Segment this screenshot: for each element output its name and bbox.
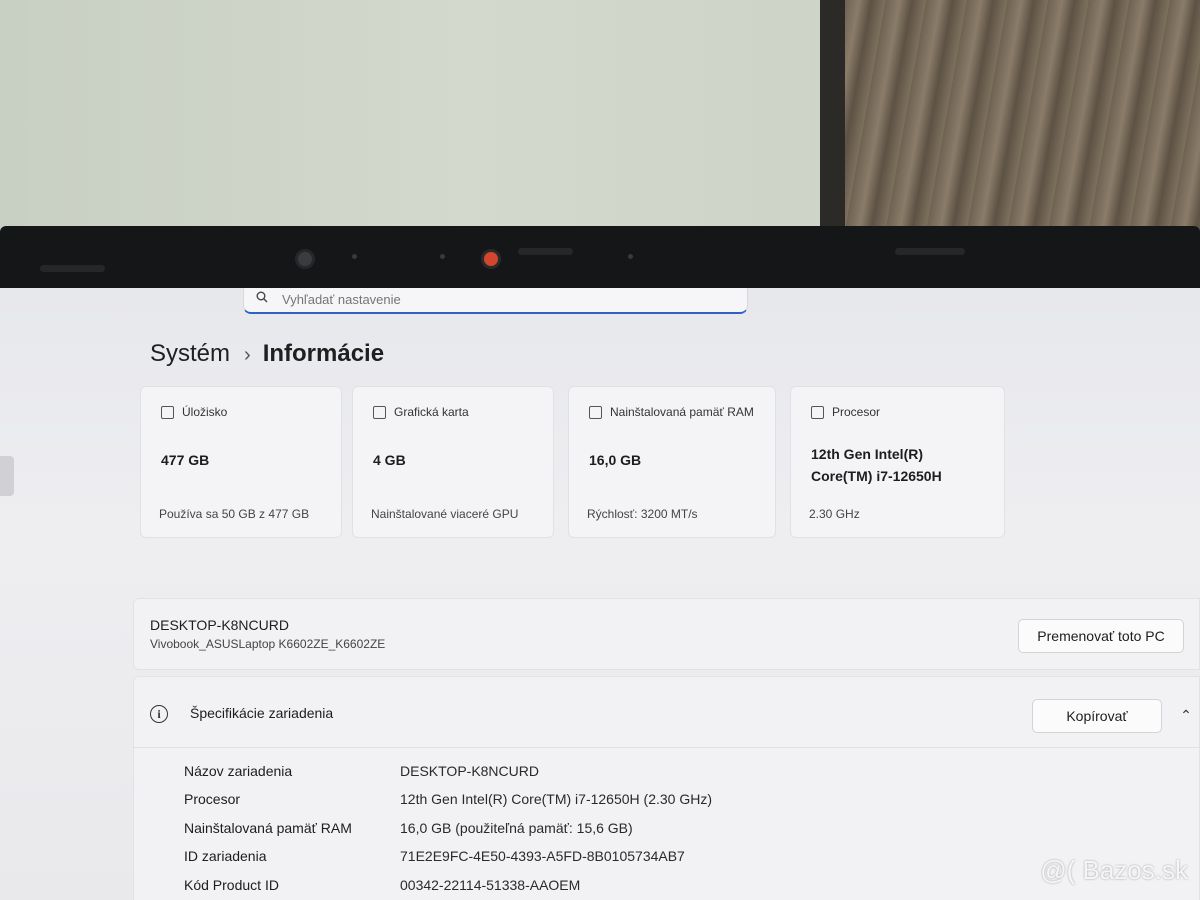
sensor-dot [628,254,633,259]
card-subtitle: Používa sa 50 GB z 477 GB [159,507,310,521]
page-title: Informácie [262,340,385,367]
watermark: @( Bazos.sk [1040,855,1188,885]
speaker-grille [40,265,105,272]
breadcrumb-parent[interactable]: Systém [150,340,230,367]
card-value: 16,0 GB [589,452,642,468]
spec-key: Nainštalovaná pamäť RAM [184,820,352,836]
card-title: Nainštalovaná pamäť RAM [610,405,754,419]
card-subtitle: Nainštalované viaceré GPU [371,507,519,521]
wall-background [0,0,850,250]
chevron-right-icon: › [244,344,251,366]
spec-value: DESKTOP-K8NCURD [400,763,539,779]
card-value: 12th Gen Intel(R) Core(TM) i7-12650H [811,446,942,484]
card-header: Procesor [811,403,981,421]
chevron-up-icon[interactable]: ⌃ [1174,703,1198,727]
gpu-card[interactable]: Grafická karta 4 GB Nainštalované viacer… [352,386,554,538]
card-title: Grafická karta [394,405,469,419]
device-model: Vivobook_ASUSLaptop K6602ZE_K6602ZE [150,637,386,651]
specs-title[interactable]: Špecifikácie zariadenia [190,705,333,721]
search-box[interactable] [243,288,748,314]
card-header: Úložisko [161,403,331,421]
search-icon [256,291,268,303]
device-name: DESKTOP-K8NCURD [150,617,289,633]
processor-card[interactable]: Procesor 12th Gen Intel(R) Core(TM) i7-1… [790,386,1005,538]
spec-key: Názov zariadenia [184,763,293,779]
rename-pc-button[interactable]: Premenovať toto PC [1018,619,1184,653]
card-title: Úložisko [182,405,228,419]
webcam-led [484,252,498,266]
divider [134,747,1199,748]
spec-value: 71E2E9FC-4E50-4393-A5FD-8B0105734AB7 [400,848,685,864]
storage-card[interactable]: Úložisko 477 GB Používa sa 50 GB z 477 G… [140,386,342,538]
ram-icon [589,406,602,419]
spec-key: Kód Product ID [184,877,279,893]
spec-row: Nainštalovaná pamäť RAM 16,0 GB (použite… [134,816,1199,844]
card-value: 477 GB [161,452,210,468]
spec-value: 16,0 GB (použiteľná pamäť: 15,6 GB) [400,820,633,836]
settings-screen: Systém › Informácie Úložisko 477 GB Použív… [0,288,1200,900]
spec-key: ID zariadenia [184,848,267,864]
sensor-dot [440,254,445,259]
webcam-shutter [518,248,573,255]
card-title: Procesor [832,405,881,419]
device-name-panel: DESKTOP-K8NCURD Vivobook_ASUSLaptop K660… [133,598,1200,670]
webcam-lens [298,252,312,266]
card-value: 4 GB [373,452,406,468]
breadcrumb: Systém › Informácie [150,340,384,368]
info-icon: i [150,705,168,723]
processor-icon [811,406,824,419]
spec-value: 12th Gen Intel(R) Core(TM) i7-12650H (2.… [400,791,712,807]
nav-edge [0,456,14,496]
card-header: Grafická karta [373,403,543,421]
card-header: Nainštalovaná pamäť RAM [589,403,759,421]
wood-panel [845,0,1200,240]
laptop-bezel [0,226,1200,288]
gpu-icon [373,406,386,419]
speaker-grille [895,248,965,255]
ram-card[interactable]: Nainštalovaná pamäť RAM 16,0 GB Rýchlosť… [568,386,776,538]
spec-value: 00342-22114-51338-AAOEM [400,877,581,893]
copy-button[interactable]: Kopírovať [1032,699,1162,733]
card-subtitle: 2.30 GHz [809,507,860,521]
card-subtitle: Rýchlosť: 3200 MT/s [587,507,698,521]
sensor-dot [352,254,357,259]
search-input[interactable] [280,288,724,310]
spec-key: Procesor [184,791,241,807]
spec-row: Procesor 12th Gen Intel(R) Core(TM) i7-1… [134,787,1199,815]
spec-row: Názov zariadenia DESKTOP-K8NCURD [134,759,1199,787]
storage-icon [161,406,174,419]
